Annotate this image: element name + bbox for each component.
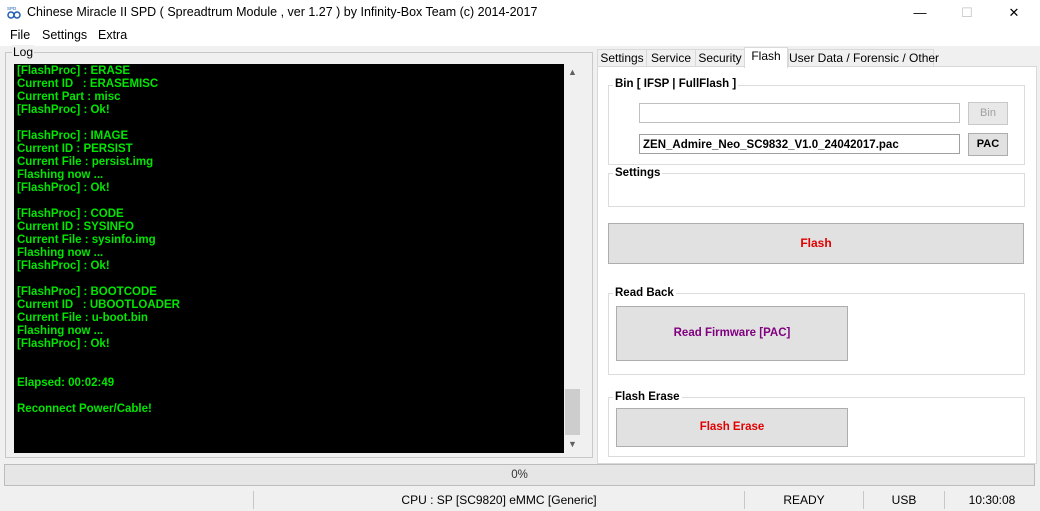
status-cpu: CPU : SP [SC9820] eMMC [Generic] — [253, 491, 744, 509]
status-time: 10:30:08 — [944, 491, 1039, 509]
tab-service[interactable]: Service — [646, 49, 696, 67]
title-bar: SPD Chinese Miracle II SPD ( Spreadtrum … — [0, 0, 1040, 26]
menu-bar: File Settings Extra — [0, 26, 1040, 46]
tab-settings[interactable]: Settings — [597, 49, 647, 67]
bin-group-caption: Bin [ IFSP | FullFlash ] — [613, 78, 739, 90]
window-title: Chinese Miracle II SPD ( Spreadtrum Modu… — [27, 5, 538, 19]
read-firmware-button[interactable]: Read Firmware [PAC] — [616, 306, 848, 361]
log-text: [FlashProc] : ERASE Current ID : ERASEMI… — [17, 65, 180, 415]
pac-path-field[interactable]: ZEN_Admire_Neo_SC9832_V1.0_24042017.pac — [639, 134, 960, 154]
flash-erase-caption: Flash Erase — [613, 391, 682, 403]
menu-settings[interactable]: Settings — [42, 28, 87, 42]
minimize-button[interactable]: — — [903, 0, 937, 26]
log-scrollbar[interactable]: ▲ ▼ — [564, 64, 581, 453]
pac-button[interactable]: PAC — [968, 133, 1008, 156]
log-caption: Log — [12, 45, 35, 59]
scroll-up-icon[interactable]: ▲ — [564, 64, 581, 81]
progress-bar: 0% — [4, 464, 1035, 486]
bin-path-field[interactable] — [639, 103, 960, 123]
scroll-thumb[interactable] — [565, 389, 580, 435]
read-back-caption: Read Back — [613, 287, 676, 299]
maximize-button[interactable]: ☐ — [950, 0, 984, 26]
menu-file[interactable]: File — [10, 28, 30, 42]
app-logo-icon: SPD — [7, 6, 21, 19]
flash-erase-button[interactable]: Flash Erase — [616, 408, 848, 447]
flash-tab-panel: Bin [ IFSP | FullFlash ] Bin ZEN_Admire_… — [597, 66, 1037, 464]
log-console[interactable]: [FlashProc] : ERASE Current ID : ERASEMI… — [14, 64, 564, 453]
settings-group — [608, 173, 1025, 207]
svg-text:SPD: SPD — [7, 6, 17, 11]
settings-group-caption: Settings — [613, 167, 663, 179]
close-button[interactable]: ✕ — [997, 0, 1031, 26]
status-connection: USB — [863, 491, 944, 509]
menu-extra[interactable]: Extra — [98, 28, 127, 42]
tab-user-data-forensic-other[interactable]: User Data / Forensic / Other — [788, 49, 939, 67]
status-state: READY — [744, 491, 863, 509]
tab-security[interactable]: Security — [695, 49, 745, 67]
scroll-down-icon[interactable]: ▼ — [564, 436, 581, 453]
bin-button[interactable]: Bin — [968, 102, 1008, 125]
status-bar: CPU : SP [SC9820] eMMC [Generic] READY U… — [0, 489, 1040, 511]
flash-button[interactable]: Flash — [608, 223, 1024, 264]
tab-flash[interactable]: Flash — [744, 47, 788, 68]
